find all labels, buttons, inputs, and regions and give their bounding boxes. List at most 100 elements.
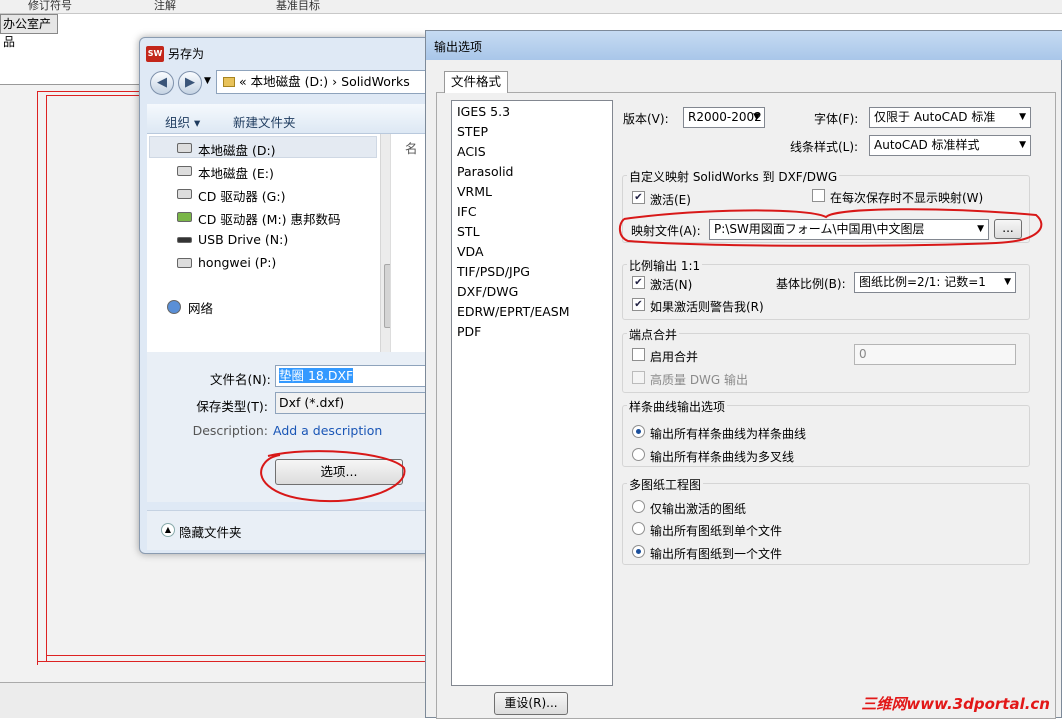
cad-statusbar [0, 682, 430, 718]
format-item[interactable]: VDA [457, 244, 484, 259]
column-header-name[interactable]: 名 [405, 138, 418, 157]
description-label: Description: [192, 423, 268, 438]
toolbar-item[interactable]: 修订符号 [28, 0, 72, 13]
tree-item-d[interactable]: 本地磁盘 (D:) [198, 140, 276, 159]
scale-group-title: 比例输出 1:1 [627, 257, 703, 274]
spline-opt1-label: 输出所有样条曲线为样条曲线 [650, 427, 807, 441]
cad-tab-label[interactable]: 办公室产品 [0, 14, 58, 49]
format-item[interactable]: VRML [457, 184, 492, 199]
new-folder-button[interactable]: 新建文件夹 [233, 112, 296, 131]
font-value: 仅限于 AutoCAD 标准 [874, 110, 996, 124]
format-item[interactable]: STL [457, 224, 480, 239]
format-item[interactable]: IFC [457, 204, 477, 219]
spline-radio-polyline[interactable] [632, 448, 645, 461]
activate-scale-checkbox[interactable]: ✔ [632, 276, 645, 289]
toolbar-item[interactable]: 基准目标 [276, 0, 320, 13]
endpoint-group-title: 端点合并 [627, 326, 680, 343]
format-item[interactable]: ACIS [457, 144, 486, 159]
format-item-selected[interactable]: DXF/DWG [457, 284, 518, 299]
enable-merge-label: 启用合并 [650, 350, 699, 364]
format-item[interactable]: TIF/PSD/JPG [457, 264, 530, 279]
annotation-circle [260, 450, 406, 503]
sheet-radio-active[interactable] [632, 500, 645, 513]
format-item[interactable]: IGES 5.3 [457, 104, 510, 119]
hide-folders-label: 隐藏文件夹 [179, 525, 242, 540]
multisheet-group-title: 多图纸工程图 [627, 476, 704, 493]
back-arrow-icon[interactable]: ◀ [150, 71, 174, 95]
merge-distance-input[interactable]: 0 [854, 344, 1016, 365]
dropdown-arrow-icon: ▼ [1004, 277, 1011, 287]
version-value: R2000-2002 [688, 110, 762, 124]
dialog-title: 输出选项 [434, 40, 483, 54]
sheet-opt3-label: 输出所有图纸到一个文件 [650, 547, 783, 561]
font-label: 字体(F): [814, 112, 859, 126]
organize-button[interactable]: 组织 ▾ [165, 112, 200, 131]
drive-icon [177, 143, 192, 153]
activate-mapping-checkbox[interactable]: ✔ [632, 191, 645, 204]
filetype-label: 保存类型(T): [196, 399, 268, 414]
base-scale-label: 基体比例(B): [776, 277, 846, 291]
spline-opt2-label: 输出所有样条曲线为多叉线 [650, 450, 795, 464]
sheet-radio-one[interactable] [632, 545, 645, 558]
tree-item-e[interactable]: 本地磁盘 (E:) [198, 163, 274, 182]
add-description-link[interactable]: Add a description [273, 423, 382, 438]
collapse-icon: ▲ [161, 523, 175, 537]
format-list: IGES 5.3 STEP ACIS Parasolid VRML IFC ST… [451, 100, 613, 686]
dropdown-arrow-icon: ▼ [753, 112, 760, 122]
folder-icon [223, 77, 235, 87]
filename-label: 文件名(N): [210, 372, 271, 387]
no-show-mapping-label: 在每次保存时不显示映射(W) [830, 191, 984, 205]
filename-input[interactable]: 垫圈 18.DXF [275, 365, 427, 387]
mapping-group-title: 自定义映射 SolidWorks 到 DXF/DWG [627, 168, 840, 185]
dropdown-arrow-icon: ▼ [1019, 140, 1026, 150]
format-item[interactable]: EDRW/EPRT/EASM [457, 304, 570, 319]
spline-radio-spline[interactable] [632, 425, 645, 438]
tree-item-m[interactable]: CD 驱动器 (M:) 惠邦数码 [198, 209, 341, 228]
dialog-titlebar [426, 31, 1062, 60]
toolbar-item[interactable]: 注解 [154, 0, 176, 13]
usb-drive-icon [177, 237, 192, 243]
hide-folders-bar[interactable]: ▲ 隐藏文件夹 [147, 510, 431, 550]
dropdown-arrow-icon: ▼ [1019, 112, 1026, 122]
font-select[interactable]: 仅限于 AutoCAD 标准 ▼ [869, 107, 1031, 128]
format-item[interactable]: STEP [457, 124, 488, 139]
tree-item-g[interactable]: CD 驱动器 (G:) [198, 186, 285, 205]
hq-dwg-checkbox[interactable] [632, 371, 645, 384]
enable-merge-checkbox[interactable] [632, 348, 645, 361]
tab-file-format[interactable]: 文件格式 [444, 71, 508, 93]
tree-item-p[interactable]: hongwei (P:) [198, 255, 276, 270]
output-options-dialog: 输出选项 文件格式 IGES 5.3 STEP ACIS Parasolid V… [425, 30, 1062, 719]
cad-toolbar: 修订符号 注解 基准目标 [0, 0, 1062, 14]
base-scale-value: 图纸比例=2/1: 记数=1 [859, 275, 986, 289]
solidworks-logo-icon: SW [146, 46, 164, 62]
forward-arrow-icon[interactable]: ▶ [178, 71, 202, 95]
network-icon [167, 300, 181, 314]
format-item[interactable]: Parasolid [457, 164, 513, 179]
sheet-radio-single[interactable] [632, 522, 645, 535]
reset-button[interactable]: 重设(R)... [494, 692, 568, 715]
network-drive-icon [177, 258, 192, 268]
folder-tree: 本地磁盘 (D:) 本地磁盘 (E:) CD 驱动器 (G:) CD 驱动器 (… [147, 134, 397, 352]
chevron-down-icon[interactable]: ▼ [204, 76, 211, 86]
tree-item-n[interactable]: USB Drive (N:) [198, 232, 288, 247]
activate-scale-label: 激活(N) [650, 278, 693, 292]
annotation-circle [618, 208, 1043, 247]
version-select[interactable]: R2000-2002 ▼ [683, 107, 765, 128]
linestyle-value: AutoCAD 标准样式 [874, 138, 980, 152]
save-as-dialog: SW 另存为 ◀ ▶ ▼ « 本地磁盘 (D:) › SolidWorks 组织… [139, 37, 431, 554]
tree-item-network[interactable]: 网络 [188, 298, 213, 317]
address-path: « 本地磁盘 (D:) › SolidWorks [239, 74, 410, 89]
warn-checkbox[interactable]: ✔ [632, 298, 645, 311]
activate-mapping-label: 激活(E) [650, 193, 691, 207]
sheet-opt1-label: 仅输出激活的图纸 [650, 502, 747, 516]
hq-dwg-label: 高质量 DWG 输出 [650, 373, 749, 387]
linestyle-select[interactable]: AutoCAD 标准样式 ▼ [869, 135, 1031, 156]
warn-label: 如果激活则警告我(R) [650, 300, 764, 314]
filetype-select[interactable]: Dxf (*.dxf) [275, 392, 427, 414]
cd-drive-icon [177, 189, 192, 199]
linestyle-label: 线条样式(L): [790, 140, 859, 154]
no-show-mapping-checkbox[interactable] [812, 189, 825, 202]
format-item[interactable]: PDF [457, 324, 481, 339]
address-bar[interactable]: « 本地磁盘 (D:) › SolidWorks [216, 70, 430, 94]
base-scale-select[interactable]: 图纸比例=2/1: 记数=1 ▼ [854, 272, 1016, 293]
